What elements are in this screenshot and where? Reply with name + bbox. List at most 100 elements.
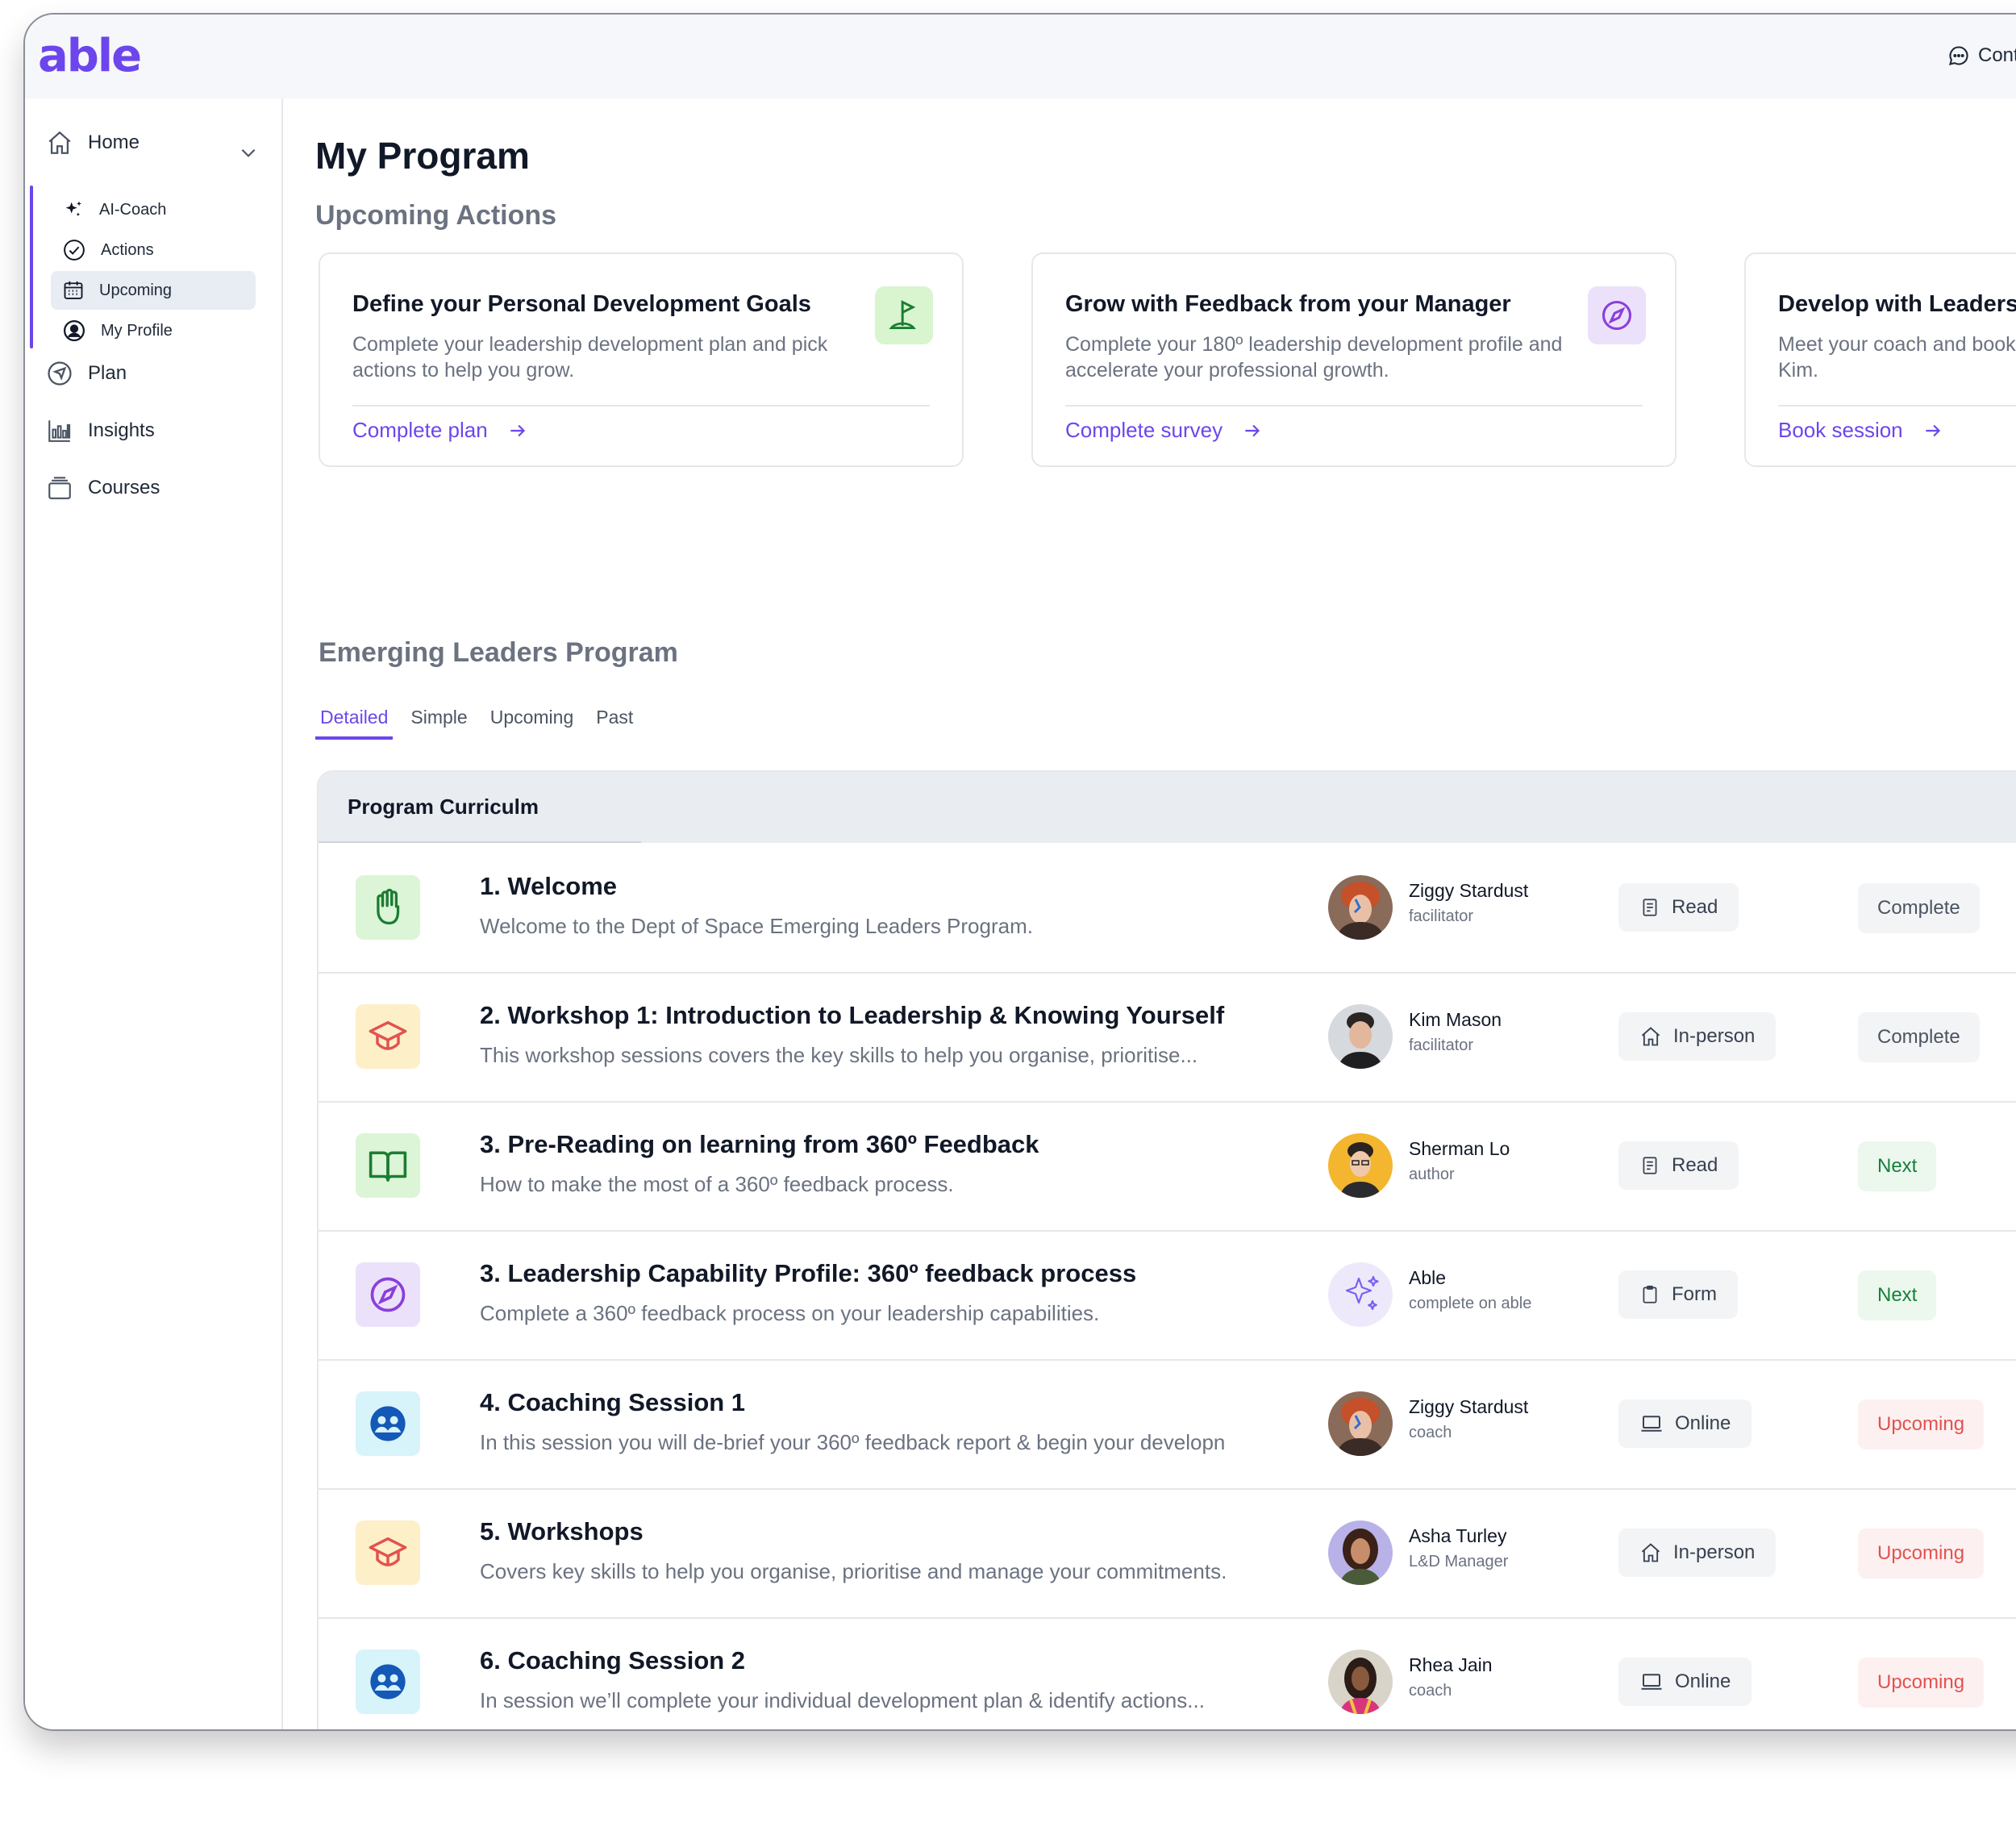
read-button[interactable]: Read (1618, 1141, 1739, 1190)
sidebar-item-ai-coach[interactable]: AI-Coach (51, 190, 256, 229)
curriculum-row[interactable]: 1. Welcome Welcome to the Dept of Space … (319, 843, 2016, 974)
complete-survey-link[interactable]: Complete survey (1065, 418, 1263, 443)
form-button[interactable]: Form (1618, 1270, 1738, 1319)
book-session-link[interactable]: Book session (1778, 418, 1943, 443)
avatar (1328, 1004, 1393, 1069)
status-badge: Next (1858, 1270, 1937, 1320)
button-label: Form (1672, 1283, 1717, 1305)
action-card[interactable]: Develop with Leadership Coaching Meet yo… (1744, 252, 2016, 467)
card-title: Define your Personal Development Goals (352, 291, 811, 317)
contact-button[interactable]: Cont (1947, 44, 2016, 67)
status-badge: Upcoming (1858, 1399, 1985, 1449)
top-bar: able Cont (25, 15, 2016, 98)
upcoming-actions-heading: Upcoming Actions (315, 200, 557, 231)
sidebar-item-home[interactable]: Home (46, 129, 140, 156)
able-logo[interactable]: able (38, 32, 142, 81)
status-badge: Upcoming (1858, 1658, 1985, 1708)
action-card[interactable]: Grow with Feedback from your Manager Com… (1031, 252, 1677, 467)
document-icon (1643, 1157, 1657, 1174)
graduation-cap-icon (356, 1520, 420, 1585)
row-description: How to make the most of a 360º feedback … (480, 1172, 954, 1196)
program-curriculum-table: Program Curriculm 1. Welcome Welcome to … (317, 770, 2016, 1729)
read-button[interactable]: Read (1618, 883, 1739, 932)
curriculum-row[interactable]: 4. Coaching Session 1 In this session yo… (319, 1359, 2016, 1490)
curriculum-row[interactable]: 6. Coaching Session 2 In session we’ll c… (319, 1617, 2016, 1729)
curriculum-row[interactable]: 3. Leadership Capability Profile: 360º f… (319, 1230, 2016, 1361)
card-description: Complete your 180º leadership developmen… (1065, 333, 1563, 382)
online-button[interactable]: Online (1618, 1658, 1752, 1706)
sidebar-item-upcoming[interactable]: Upcoming (51, 271, 256, 310)
app-window: able Cont Home AI-Coach Actions Upcoming… (23, 13, 2016, 1731)
button-label: Read (1672, 896, 1718, 918)
program-tabs: Detailed Simple Upcoming Past (315, 702, 638, 740)
sidebar-item-courses[interactable]: Courses (46, 474, 160, 502)
avatar (1328, 1520, 1393, 1585)
person-role: complete on able (1409, 1295, 1532, 1312)
arrow-right-icon (1925, 424, 1940, 436)
sidebar-item-my-profile[interactable]: My Profile (51, 311, 256, 350)
arrow-right-icon (510, 424, 525, 436)
link-label: Complete plan (352, 418, 488, 442)
button-label: In-person (1673, 1025, 1756, 1047)
home-icon (48, 131, 71, 154)
in-person-button[interactable]: In-person (1618, 1012, 1776, 1061)
card-title: Develop with Leadership Coaching (1778, 291, 2016, 317)
calendar-icon (64, 281, 83, 299)
sidebar: Home AI-Coach Actions Upcoming My Profil… (25, 98, 283, 1729)
divider (1065, 405, 1643, 407)
card-title: Grow with Feedback from your Manager (1065, 291, 1511, 317)
online-button[interactable]: Online (1618, 1399, 1752, 1448)
chevron-down-icon[interactable] (238, 142, 259, 163)
button-label: In-person (1673, 1541, 1756, 1563)
divider (1778, 405, 2016, 407)
curriculum-title: Program Curriculm (348, 795, 539, 819)
laptop-icon (1641, 1416, 1662, 1432)
graduation-cap-icon (356, 1004, 420, 1069)
hand-icon (356, 875, 420, 940)
flag-icon (875, 286, 933, 344)
tab-past[interactable]: Past (591, 702, 638, 740)
book-icon (356, 1133, 420, 1198)
avatar (1328, 1391, 1393, 1456)
action-card[interactable]: Define your Personal Development Goals C… (319, 252, 964, 467)
sidebar-item-label: Courses (88, 477, 160, 498)
sidebar-item-label: AI-Coach (99, 200, 167, 219)
person-name: Ziggy Stardust (1409, 1396, 1529, 1417)
in-person-button[interactable]: In-person (1618, 1529, 1776, 1577)
contact-label: Cont (1978, 44, 2016, 66)
sidebar-item-label: My Profile (101, 321, 173, 340)
curriculum-row[interactable]: 3. Pre-Reading on learning from 360º Fee… (319, 1101, 2016, 1232)
row-title: 1. Welcome (480, 872, 618, 900)
link-label: Book session (1778, 418, 1903, 442)
row-title: 3. Pre-Reading on learning from 360º Fee… (480, 1130, 1039, 1158)
avatar (1328, 1133, 1393, 1198)
row-title: 3. Leadership Capability Profile: 360º f… (480, 1259, 1137, 1287)
arrow-right-icon (1245, 424, 1260, 436)
sidebar-item-plan[interactable]: Plan (46, 360, 127, 387)
sidebar-item-insights[interactable]: Insights (46, 417, 155, 444)
row-description: Complete a 360º feedback process on your… (480, 1301, 1100, 1325)
laptop-icon (1641, 1674, 1662, 1690)
sidebar-item-actions[interactable]: Actions (51, 231, 256, 269)
tab-simple[interactable]: Simple (406, 702, 472, 740)
row-description: This workshop sessions covers the key sk… (480, 1043, 1198, 1067)
chat-bubble-icon (1949, 46, 1968, 65)
avatar (1328, 1650, 1393, 1714)
tab-detailed[interactable]: Detailed (315, 702, 394, 740)
row-title: 4. Coaching Session 1 (480, 1388, 746, 1416)
card-description: Meet your coach and book your coaching s… (1778, 333, 2016, 382)
link-label: Complete survey (1065, 418, 1223, 442)
complete-plan-link[interactable]: Complete plan (352, 418, 528, 443)
card-description: Complete your leadership development pla… (352, 333, 828, 382)
status-badge: Next (1858, 1141, 1937, 1191)
tab-upcoming[interactable]: Upcoming (485, 702, 579, 740)
person-role: author (1409, 1166, 1455, 1183)
curriculum-row[interactable]: 5. Workshops Covers key skills to help y… (319, 1488, 2016, 1619)
compass-icon (356, 1262, 420, 1327)
people-icon (356, 1391, 420, 1456)
sidebar-item-label: Insights (88, 419, 155, 441)
row-title: 5. Workshops (480, 1517, 644, 1545)
curriculum-row[interactable]: 2. Workshop 1: Introduction to Leadershi… (319, 972, 2016, 1103)
page-title: My Program (315, 135, 530, 177)
row-description: In session we’ll complete your individua… (480, 1688, 1205, 1712)
